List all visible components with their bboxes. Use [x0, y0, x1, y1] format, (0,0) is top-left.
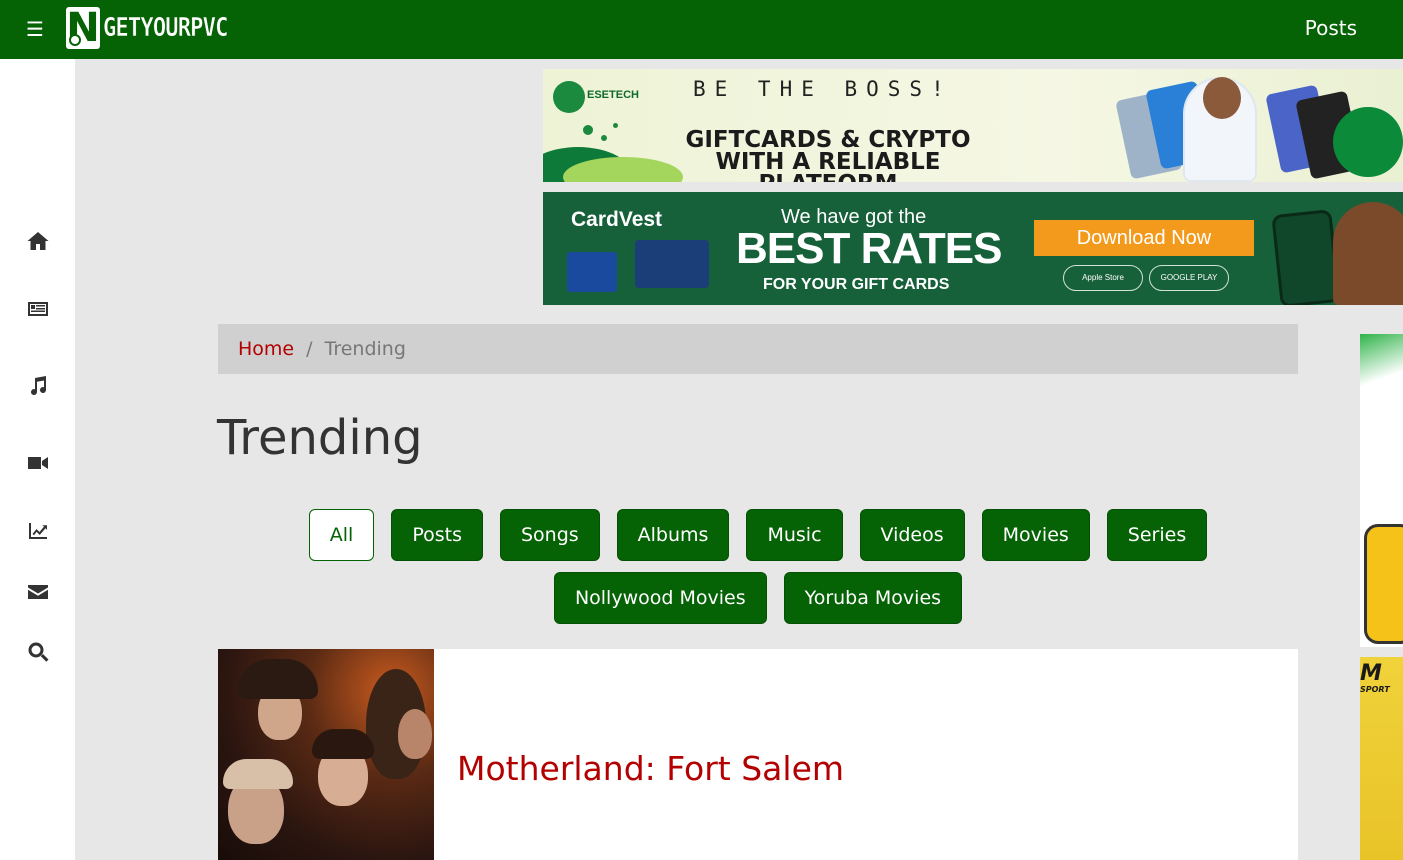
music-icon[interactable]	[24, 372, 52, 400]
filter-button-series[interactable]: Series	[1106, 509, 1208, 561]
nav-posts-link[interactable]: Posts	[1305, 15, 1357, 41]
phone-image	[1271, 209, 1341, 305]
breadcrumb: Home / Trending	[218, 324, 1298, 374]
ad-person-image	[1333, 202, 1403, 305]
ad-logo: M	[1360, 661, 1382, 686]
ad-brand: ESETECH	[587, 89, 639, 101]
filter-button-songs[interactable]: Songs	[499, 509, 600, 561]
filter-button-posts[interactable]: Posts	[391, 509, 483, 561]
filter-button-yoruba-movies[interactable]: Yoruba Movies	[783, 572, 963, 624]
ad-logo-sub: SPORT	[1360, 685, 1390, 694]
filter-button-videos[interactable]: Videos	[859, 509, 965, 561]
banner-decoration	[1360, 334, 1403, 394]
home-icon[interactable]	[24, 227, 52, 255]
post-card[interactable]: Motherland: Fort Salem	[218, 649, 1298, 860]
newspaper-icon[interactable]	[24, 295, 52, 323]
side-ad-bottom[interactable]: M SPORT	[1360, 657, 1403, 860]
side-ad-top[interactable]	[1360, 334, 1403, 647]
post-thumbnail[interactable]	[218, 649, 434, 860]
search-icon[interactable]	[24, 638, 52, 666]
site-logo[interactable]: N GETYOURPVC	[66, 7, 250, 49]
banner-decoration	[1333, 107, 1403, 177]
breadcrumb-home-link[interactable]: Home	[238, 338, 294, 360]
filter-button-all[interactable]: All	[308, 509, 375, 561]
download-now-button[interactable]: Download Now	[1034, 220, 1254, 256]
esetech-logo-icon	[553, 81, 585, 113]
top-navbar: ☰ N GETYOURPVC Posts	[0, 0, 1403, 59]
left-sidebar	[0, 59, 75, 860]
ad-banner-esetech[interactable]: ESETECH BE THE BOSS! GIFTCARDS & CRYPTO …	[543, 69, 1403, 182]
filter-button-music[interactable]: Music	[746, 509, 843, 561]
envelope-icon[interactable]	[24, 578, 52, 606]
page-title: Trending	[217, 410, 423, 466]
google-play-badge[interactable]: GOOGLE PLAY	[1149, 265, 1229, 291]
ad-tagline: BE THE BOSS!	[693, 77, 953, 101]
video-icon[interactable]	[24, 449, 52, 477]
ad-headline: BEST RATES	[736, 224, 1002, 273]
giftcard-image	[567, 252, 617, 292]
ad-headline: GIFTCARDS & CRYPTO WITH A RELIABLE PLATF…	[685, 127, 971, 183]
logo-mark: N	[66, 5, 100, 51]
giftcard-image	[635, 240, 709, 288]
apple-store-badge[interactable]: Apple Store	[1063, 265, 1143, 291]
filter-button-movies[interactable]: Movies	[981, 509, 1090, 561]
ad-banner-cardvest[interactable]: CardVest We have got the BEST RATES FOR …	[543, 192, 1403, 305]
breadcrumb-separator: /	[306, 338, 313, 360]
filter-button-nollywood-movies[interactable]: Nollywood Movies	[553, 572, 767, 624]
filter-button-albums[interactable]: Albums	[616, 509, 730, 561]
filter-button-group: All Posts Songs Albums Music Videos Movies Seri…	[218, 509, 1298, 624]
breadcrumb-current: Trending	[324, 338, 406, 360]
ad-person-image	[1183, 77, 1257, 182]
logo-text: GETYOURPVC	[103, 13, 229, 44]
ad-brand: CardVest	[571, 208, 663, 231]
banner-decoration	[1364, 524, 1403, 644]
ad-line: FOR YOUR GIFT CARDS	[763, 276, 950, 293]
hamburger-menu-icon[interactable]: ☰	[26, 18, 46, 40]
post-title-link[interactable]: Motherland: Fort Salem	[457, 747, 844, 791]
chart-line-icon[interactable]	[24, 517, 52, 545]
